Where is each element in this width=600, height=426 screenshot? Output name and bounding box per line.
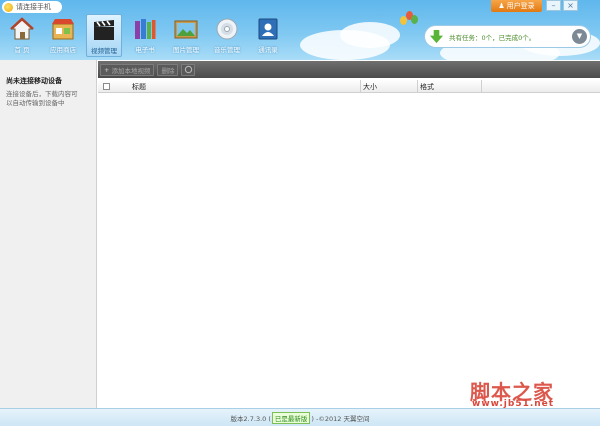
balloons-icon	[398, 8, 420, 30]
video-clapper-icon	[92, 18, 116, 42]
select-all-checkbox[interactable]	[103, 82, 110, 90]
device-status-heading: 尚未连接移动设备	[6, 77, 62, 85]
add-local-video-button[interactable]: + 添加本地视频	[100, 63, 155, 76]
user-icon: ♟	[498, 2, 505, 10]
contacts-icon	[256, 17, 280, 41]
task-status-text: 共有任务：0个，已完成0个。	[449, 33, 536, 42]
window-controls: – ×	[546, 0, 578, 11]
latest-version-badge[interactable]: 已是最新版	[271, 411, 311, 424]
download-arrow-icon	[429, 29, 444, 44]
task-status-box: 共有任务：0个，已完成0个。 ▼	[424, 25, 591, 48]
plus-icon: +	[104, 65, 110, 74]
delete-button[interactable]: 删除	[157, 63, 179, 76]
video-toolbar: + 添加本地视频 删除	[98, 61, 600, 78]
video-list	[98, 94, 600, 408]
home-icon	[10, 17, 34, 41]
nav-item-app-store[interactable]: 应用商店	[45, 14, 81, 57]
device-status-desc-1: 连接设备后，下载内容可	[6, 90, 78, 98]
device-panel: 尚未连接移动设备 连接设备后，下载内容可 以自动传输到设备中	[0, 60, 97, 408]
column-size[interactable]: 大小	[363, 82, 377, 92]
nav-item-home[interactable]: 首 页	[4, 14, 40, 57]
nav-item-pictures[interactable]: 图片管理	[168, 14, 204, 57]
copyright-text: ) -©2012 天翼空间	[311, 414, 370, 423]
app-store-icon	[51, 17, 75, 41]
user-login-button[interactable]: ♟ 用户登录	[491, 0, 542, 12]
nav-item-contacts[interactable]: 通讯录	[250, 14, 286, 57]
close-button[interactable]: ×	[563, 0, 578, 11]
status-bar: 版本2.7.3.0 ( 已是最新版 ) -©2012 天翼空间	[0, 408, 600, 426]
nav-item-video[interactable]: 视频管理	[86, 14, 122, 57]
picture-icon	[174, 17, 198, 41]
device-status-desc-2: 以自动传输到设备中	[6, 99, 65, 107]
refresh-button[interactable]	[181, 63, 196, 76]
watermark-url: www.jb51.net	[472, 399, 555, 409]
app-logo-icon	[4, 2, 13, 12]
window-title: 请连接手机	[2, 1, 62, 13]
nav-item-music[interactable]: 音乐管理	[209, 14, 245, 57]
minimize-button[interactable]: –	[546, 0, 561, 11]
refresh-icon	[184, 65, 193, 74]
version-text: 版本2.7.3.0 (	[230, 414, 271, 423]
nav-item-ebook[interactable]: 电子书	[127, 14, 163, 57]
main-nav: 首 页 应用商店 视频管理 电子书 图片管理 音乐管理 通讯录	[4, 14, 291, 57]
column-title[interactable]: 标题	[132, 82, 146, 92]
cd-icon	[215, 17, 239, 41]
column-format[interactable]: 格式	[420, 82, 434, 92]
table-header: 标题 大小 格式	[98, 80, 600, 93]
task-dropdown-button[interactable]: ▼	[572, 29, 587, 44]
books-icon	[133, 17, 157, 41]
header-bar: 请连接手机 ♟ 用户登录 – × 首 页 应用商店 视频管理 电子书 图片管理 …	[0, 0, 600, 60]
